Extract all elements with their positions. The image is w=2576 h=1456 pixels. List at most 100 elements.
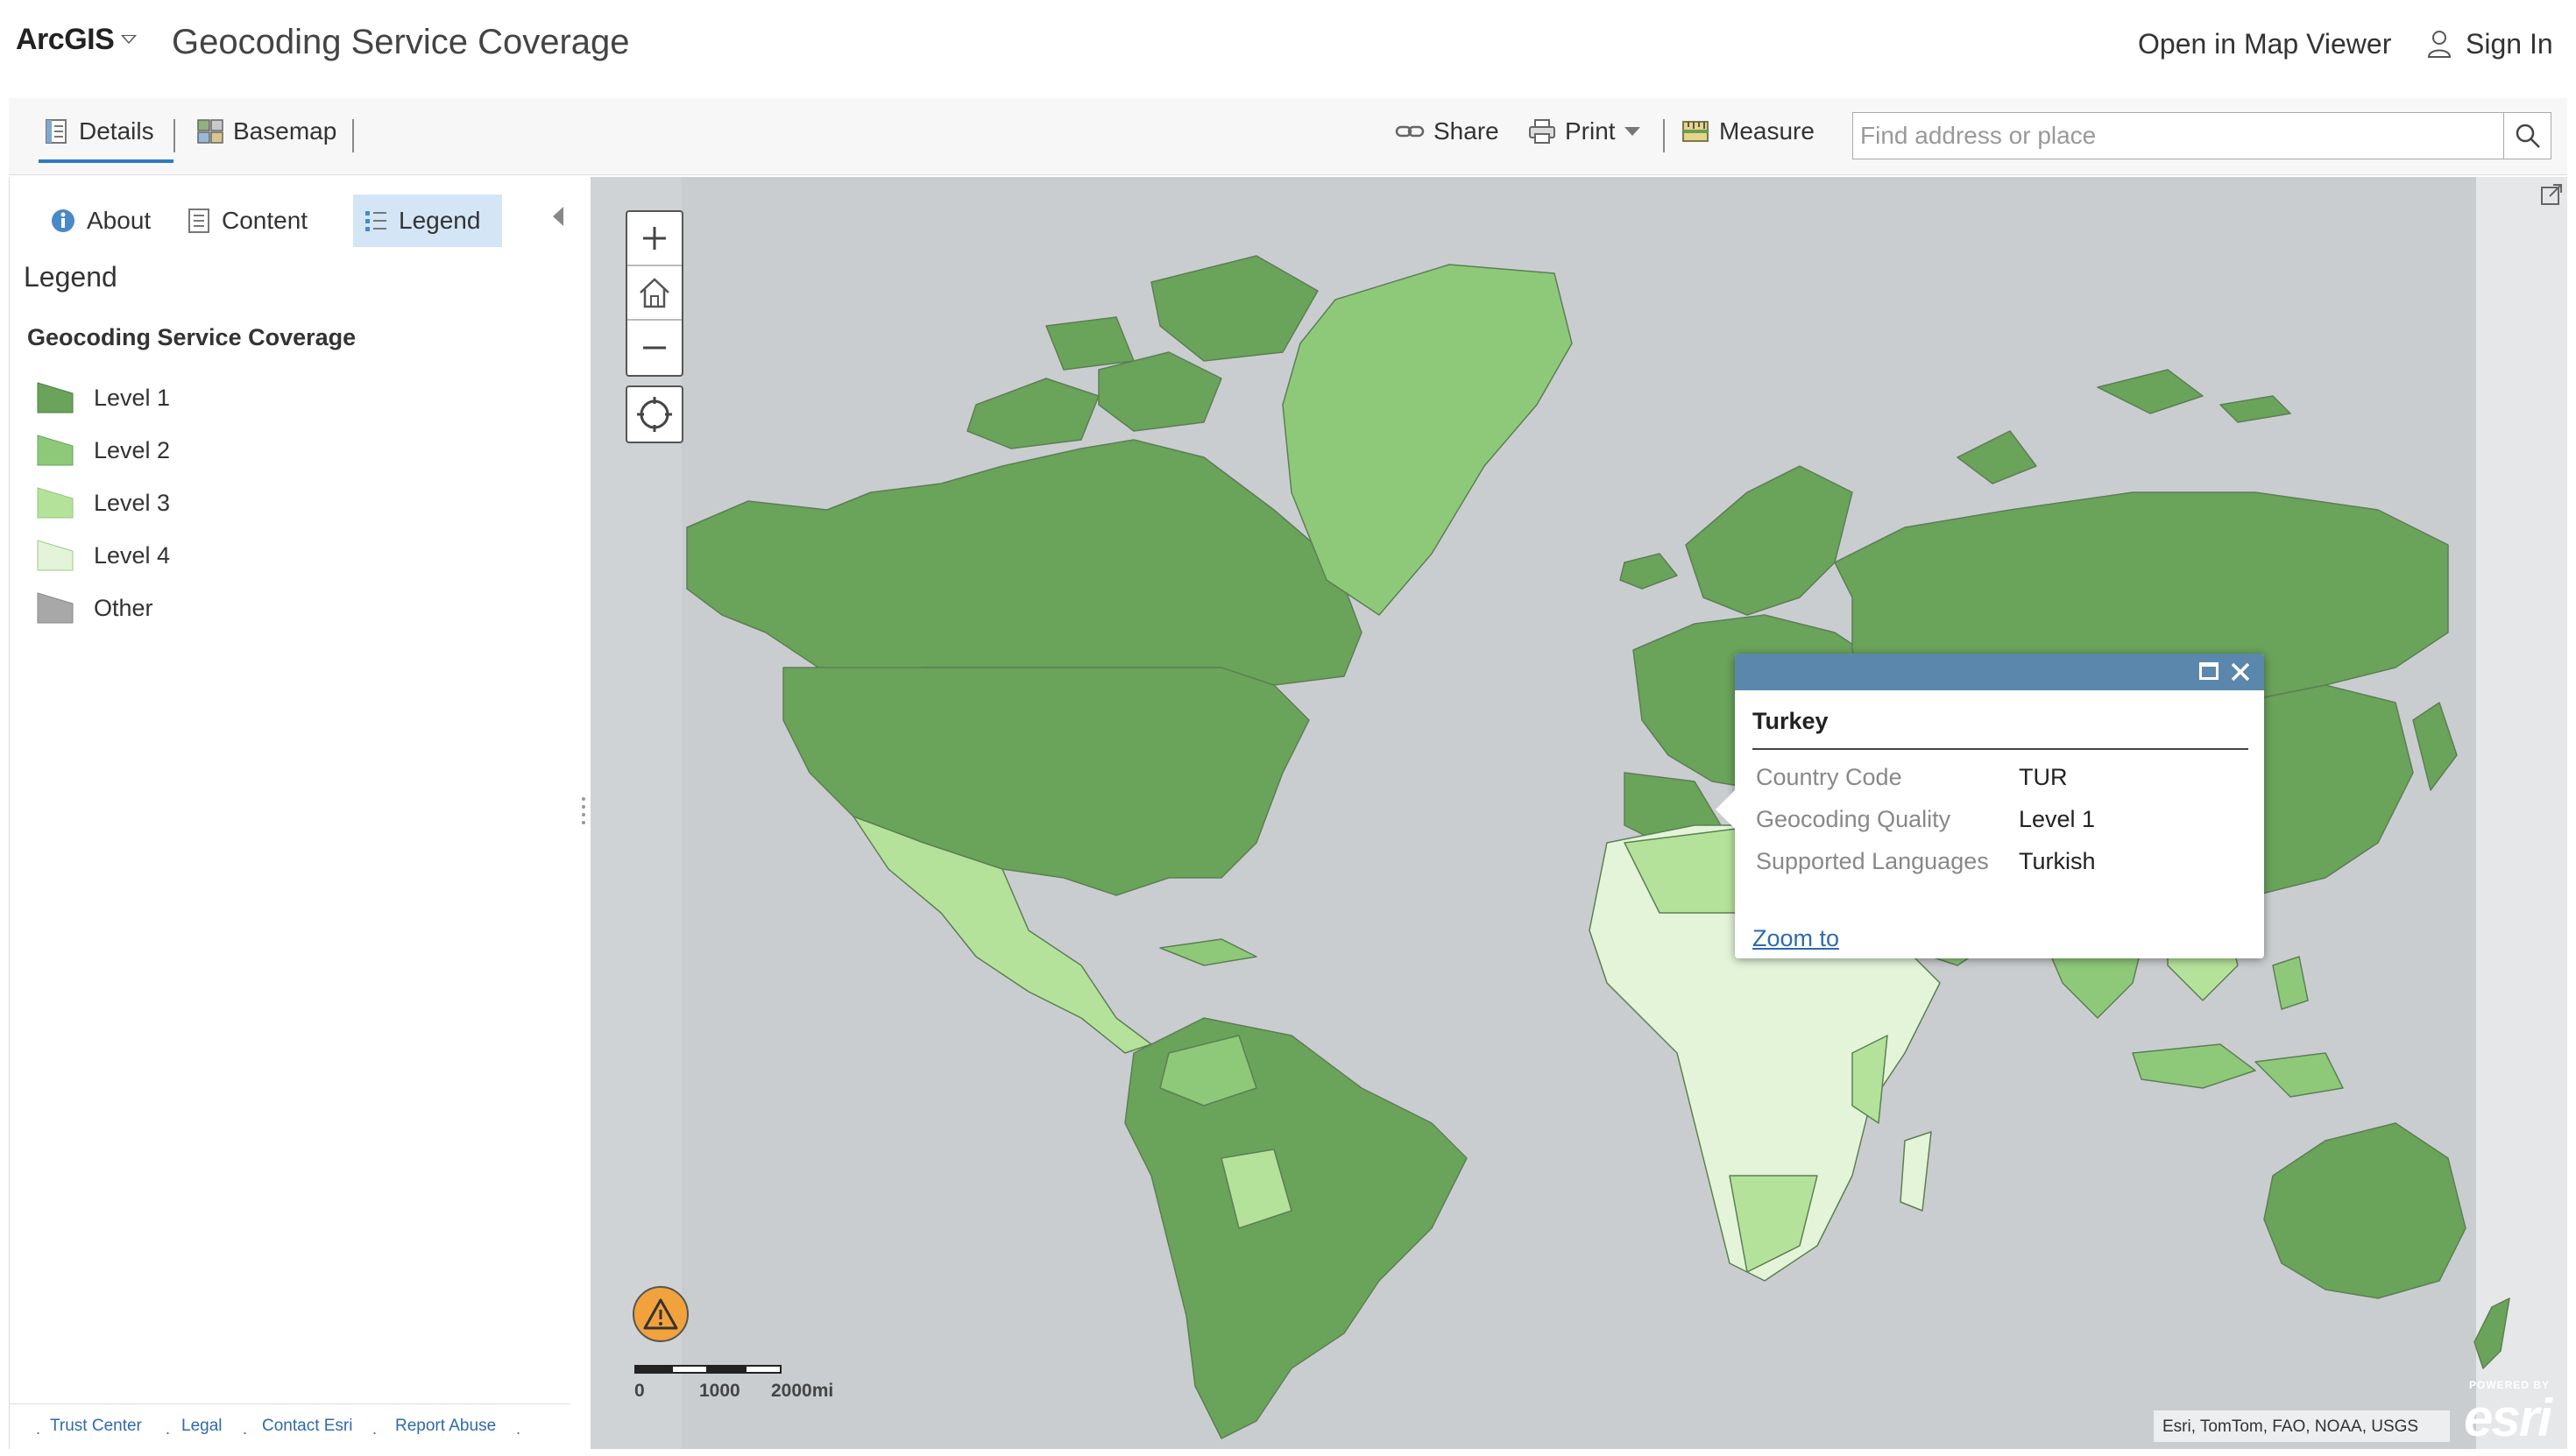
attribute-name: Supported Languages <box>1756 848 1989 874</box>
app-title: Geocoding Service Coverage <box>172 23 630 61</box>
map-view[interactable]: 0 1000 2000mi Esri, TomTom, FAO, NOAA, U… <box>591 177 2567 1449</box>
legend-item: Level 3 <box>36 485 170 520</box>
tab-legend[interactable]: Legend <box>353 194 502 247</box>
footer-separator: . <box>36 1420 41 1438</box>
footer-separator: . <box>243 1420 248 1438</box>
close-icon[interactable] <box>2227 659 2254 685</box>
legend-label: Level 3 <box>94 489 171 516</box>
legend-label: Other <box>94 594 153 621</box>
basemap-button[interactable]: Basemap <box>196 117 336 145</box>
details-active-indicator <box>39 159 173 163</box>
content-icon <box>188 209 209 233</box>
locate-button[interactable] <box>626 385 683 443</box>
warning-icon <box>643 1298 678 1330</box>
legend-list-icon <box>365 211 386 231</box>
attribute-value: TUR <box>2019 764 2068 790</box>
chevron-down-icon <box>1624 127 1640 136</box>
popup-pointer <box>1716 790 1735 829</box>
legend-swatch-level-2 <box>37 435 74 466</box>
measure-label: Measure <box>1719 117 1815 145</box>
world-countries-layer[interactable] <box>591 177 2567 1449</box>
legend-label: Level 4 <box>94 541 171 569</box>
legend-swatch-level-1 <box>37 382 74 413</box>
search-box <box>1852 112 2504 159</box>
attribute-name: Country Code <box>1756 764 1902 790</box>
zoom-to-link[interactable]: Zoom to <box>1752 925 1839 952</box>
legend-item: Level 1 <box>36 380 170 415</box>
search-input[interactable] <box>1860 113 2456 159</box>
scale-segment <box>634 1365 671 1374</box>
toolbar-divider <box>352 119 354 152</box>
legal-link[interactable]: Legal <box>181 1417 223 1436</box>
print-label: Print <box>1565 117 1616 145</box>
footer-separator: . <box>372 1420 378 1438</box>
arcgis-brand[interactable]: ArcGIS <box>16 23 115 57</box>
maximize-icon[interactable] <box>2199 662 2219 680</box>
basemap-gallery-icon <box>197 119 223 144</box>
popup-title: Turkey <box>1752 708 1829 734</box>
details-icon <box>46 119 67 144</box>
scale-label: 0 <box>634 1381 645 1401</box>
print-button[interactable]: Print <box>1528 117 1640 145</box>
footer-separator: . <box>516 1420 521 1438</box>
footer-separator: . <box>166 1420 171 1438</box>
popup-divider <box>1752 748 2248 750</box>
brand-menu-caret-icon[interactable] <box>121 35 137 44</box>
legend-swatch-level-4 <box>37 540 74 571</box>
map-attribution[interactable]: Esri, TomTom, FAO, NOAA, USGS <box>2154 1410 2450 1442</box>
esri-logo[interactable]: POWERED BY esri <box>2450 1375 2564 1447</box>
attribute-name: Geocoding Quality <box>1756 806 1951 832</box>
app-header: ArcGIS Geocoding Service Coverage Open i… <box>0 0 2576 95</box>
home-icon <box>640 278 669 308</box>
collapse-panel-icon[interactable] <box>553 207 563 226</box>
plus-icon <box>643 227 666 250</box>
splitter-handle-icon[interactable] <box>582 797 585 829</box>
sign-in-link[interactable]: Sign In <box>2466 28 2553 60</box>
legend-heading: Legend <box>24 261 117 293</box>
tab-about-label: About <box>87 207 152 234</box>
details-button[interactable]: Details <box>44 117 154 145</box>
zoom-in-button[interactable] <box>627 212 682 266</box>
details-panel: About Content Legend Legend Geocoding Se… <box>9 177 584 1449</box>
measure-icon <box>1682 121 1709 142</box>
tab-content[interactable]: Content <box>176 194 318 247</box>
home-button[interactable] <box>627 266 682 321</box>
search-button[interactable] <box>2504 112 2551 159</box>
expand-icon[interactable] <box>2539 182 2564 207</box>
scale-segment <box>671 1365 708 1374</box>
measure-button[interactable]: Measure <box>1681 117 1815 145</box>
crosshair-icon <box>637 397 672 432</box>
attribute-value: Turkish <box>2019 848 2096 874</box>
search-icon <box>2516 124 2540 148</box>
zoom-controls <box>626 210 683 377</box>
legend-item: Level 4 <box>36 538 170 573</box>
scale-label: 1000 <box>699 1381 740 1401</box>
share-label: Share <box>1433 117 1499 145</box>
share-button[interactable]: Share <box>1395 117 1499 145</box>
report-abuse-link[interactable]: Report Abuse <box>395 1417 496 1436</box>
esri-logo-word: esri <box>2464 1389 2552 1447</box>
legend-label: Level 2 <box>94 436 171 463</box>
legend-label: Level 1 <box>94 384 171 411</box>
minus-icon <box>643 346 666 350</box>
warning-button[interactable] <box>633 1286 689 1342</box>
zoom-out-button[interactable] <box>627 321 682 375</box>
tab-about[interactable]: About <box>39 194 161 247</box>
scale-segment <box>708 1365 745 1374</box>
scale-bar: 0 1000 2000mi <box>634 1365 915 1409</box>
contact-esri-link[interactable]: Contact Esri <box>262 1417 352 1436</box>
printer-icon <box>1529 119 1555 144</box>
trust-center-link[interactable]: Trust Center <box>50 1417 142 1436</box>
basemap-label: Basemap <box>233 117 337 145</box>
toolbar-divider <box>173 119 175 152</box>
user-icon[interactable] <box>2427 30 2452 58</box>
tab-legend-label: Legend <box>399 207 481 234</box>
legend-swatch-other <box>37 592 74 624</box>
feature-popup: Turkey Country Code TUR Geocoding Qualit… <box>1716 654 2264 958</box>
link-icon <box>1395 125 1425 138</box>
popup-header <box>1735 654 2264 690</box>
tab-content-label: Content <box>222 207 308 234</box>
open-in-map-viewer-link[interactable]: Open in Map Viewer <box>2138 28 2391 60</box>
footer-links: . Trust Center . Legal . Contact Esri . … <box>10 1403 570 1438</box>
details-label: Details <box>79 117 154 145</box>
